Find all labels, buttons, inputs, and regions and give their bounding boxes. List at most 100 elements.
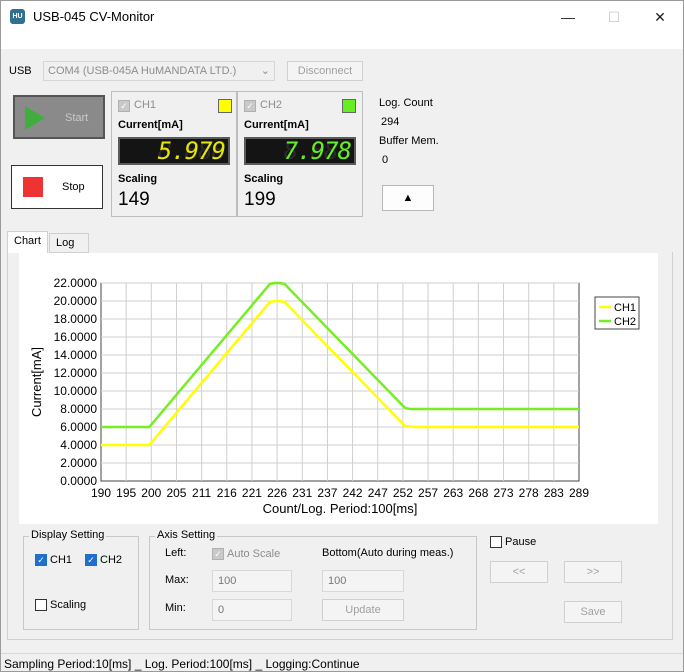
x-tick-label: 278 bbox=[519, 486, 539, 500]
window-title: USB-045 CV-Monitor bbox=[33, 9, 155, 24]
ch2-display-checkbox[interactable]: ✓ bbox=[85, 554, 97, 566]
y-tick-label: 16.0000 bbox=[54, 330, 98, 344]
tab-log[interactable]: Log bbox=[49, 233, 89, 253]
x-tick-label: 211 bbox=[192, 486, 211, 500]
x-tick-label: 190 bbox=[91, 486, 111, 500]
y-tick-label: 12.0000 bbox=[54, 366, 98, 380]
x-tick-label: 273 bbox=[494, 486, 514, 500]
scroll-up-button[interactable]: ▲ bbox=[382, 185, 434, 211]
x-tick-label: 268 bbox=[468, 486, 488, 500]
bottom-range-input[interactable]: 100 bbox=[322, 570, 404, 592]
ch1-scaling-value: 149 bbox=[118, 189, 150, 210]
x-tick-label: 221 bbox=[242, 486, 262, 500]
start-button[interactable]: Start bbox=[13, 95, 105, 139]
ch2-display-label: CH2 bbox=[100, 554, 123, 566]
ch2-current-value: 7.978 bbox=[283, 137, 352, 165]
header-band bbox=[1, 33, 683, 49]
axis-setting-group: Axis Setting Left: ✓ Auto Scale Bottom(A… bbox=[149, 529, 477, 630]
save-button[interactable]: Save bbox=[564, 601, 622, 623]
usb-port-value: COM4 (USB-045A HuMANDATA LTD.) bbox=[48, 65, 237, 77]
axis-setting-title: Axis Setting bbox=[155, 529, 218, 541]
chevron-down-icon: ⌄ bbox=[260, 65, 270, 77]
usb-port-select[interactable]: COM4 (USB-045A HuMANDATA LTD.) ⌄ bbox=[43, 61, 275, 81]
ch1-display-checkbox[interactable]: ✓ bbox=[35, 554, 47, 566]
pause-checkbox[interactable] bbox=[490, 536, 502, 548]
left-axis-label: Left: bbox=[165, 547, 187, 559]
x-tick-label: 289 bbox=[569, 486, 589, 500]
pause-label: Pause bbox=[505, 536, 537, 548]
minimize-button[interactable]: — bbox=[545, 1, 591, 33]
auto-scale-label: Auto Scale bbox=[227, 548, 281, 560]
legend-label: CH2 bbox=[614, 316, 636, 328]
x-tick-label: 247 bbox=[368, 486, 388, 500]
chart-area: 0.0000 2.0000 4.0000 6.0000 8.0000 10.0000 12.… bbox=[19, 253, 658, 524]
ch1-scaling-label: Scaling bbox=[118, 173, 158, 185]
min-input[interactable]: 0 bbox=[212, 599, 292, 621]
buffer-mem-label: Buffer Mem. bbox=[379, 135, 439, 147]
max-input[interactable]: 100 bbox=[212, 570, 292, 592]
y-tick-label: 20.0000 bbox=[54, 294, 98, 308]
legend-label: CH1 bbox=[614, 302, 636, 314]
y-tick-label: 4.0000 bbox=[60, 438, 97, 452]
stop-button[interactable]: Stop bbox=[11, 165, 103, 209]
ch1-current-display: 8.888 5.979 bbox=[118, 137, 230, 165]
log-count-label: Log. Count bbox=[379, 97, 433, 109]
x-tick-label: 226 bbox=[267, 486, 287, 500]
stop-icon bbox=[23, 177, 43, 197]
ch2-scaling-label: Scaling bbox=[244, 173, 284, 185]
x-axis-label: Count/Log. Period:100[ms] bbox=[263, 501, 418, 516]
update-button[interactable]: Update bbox=[322, 599, 404, 621]
disconnect-button[interactable]: Disconnect bbox=[287, 61, 363, 81]
tab-chart[interactable]: Chart bbox=[7, 231, 48, 253]
start-label: Start bbox=[65, 112, 89, 124]
usb-label: USB bbox=[9, 65, 32, 77]
y-tick-label: 8.0000 bbox=[60, 402, 97, 416]
maximize-button: ☐ bbox=[607, 9, 621, 25]
scaling-checkbox[interactable] bbox=[35, 599, 47, 611]
ch1-current-value: 5.979 bbox=[157, 137, 226, 165]
y-tick-label: 2.0000 bbox=[60, 456, 97, 470]
ch2-enable-checkbox[interactable]: ✓ bbox=[244, 100, 256, 112]
max-label: Max: bbox=[165, 574, 189, 586]
ch2-scaling-value: 199 bbox=[244, 189, 276, 210]
app-window: HU USB-045 CV-Monitor — ☐ ✕ USB COM4 (US… bbox=[0, 0, 684, 672]
title-bar: HU USB-045 CV-Monitor — ☐ ✕ bbox=[1, 1, 683, 33]
auto-scale-checkbox[interactable]: ✓ bbox=[212, 548, 224, 560]
x-tick-label: 200 bbox=[141, 486, 161, 500]
y-tick-label: 6.0000 bbox=[60, 420, 97, 434]
x-tick-label: 231 bbox=[292, 486, 312, 500]
plot-frame bbox=[100, 282, 580, 482]
ch2-current-label: Current[mA] bbox=[244, 119, 309, 131]
min-label: Min: bbox=[165, 602, 186, 614]
close-button[interactable]: ✕ bbox=[637, 1, 683, 33]
scaling-display-label: Scaling bbox=[50, 599, 87, 611]
x-tick-label: 263 bbox=[443, 486, 463, 500]
bottom-axis-label: Bottom(Auto during meas.) bbox=[322, 547, 454, 559]
display-setting-title: Display Setting bbox=[29, 529, 107, 541]
x-tick-label: 257 bbox=[418, 486, 438, 500]
x-tick-label: 237 bbox=[317, 486, 337, 500]
x-tick-label: 283 bbox=[544, 486, 564, 500]
ch1-panel: ✓ CH1 Current[mA] 8.888 5.979 Scaling 14… bbox=[111, 91, 237, 217]
ch1-enable-checkbox[interactable]: ✓ bbox=[118, 100, 130, 112]
current-chart: 0.00002.00004.00006.00008.000010.000012.… bbox=[29, 276, 640, 516]
ch2-color-swatch[interactable] bbox=[342, 99, 356, 113]
ch1-color-swatch[interactable] bbox=[218, 99, 232, 113]
log-count-value: 294 bbox=[381, 116, 400, 128]
display-setting-group: Display Setting ✓ CH1 ✓ CH2 Scaling bbox=[23, 529, 139, 630]
x-tick-label: 252 bbox=[393, 486, 413, 500]
x-tick-label: 195 bbox=[116, 486, 136, 500]
play-icon bbox=[25, 106, 45, 130]
prev-button[interactable]: << bbox=[490, 561, 548, 583]
x-tick-label: 242 bbox=[343, 486, 363, 500]
next-button[interactable]: >> bbox=[564, 561, 622, 583]
app-icon: HU bbox=[10, 9, 25, 24]
stop-label: Stop bbox=[62, 181, 85, 193]
y-tick-label: 22.0000 bbox=[54, 276, 98, 290]
y-tick-label: 18.0000 bbox=[54, 312, 98, 326]
ch1-name: CH1 bbox=[134, 99, 157, 111]
ch2-current-display: 8.888 7.978 bbox=[244, 137, 356, 165]
ch1-current-label: Current[mA] bbox=[118, 119, 183, 131]
x-tick-label: 216 bbox=[217, 486, 237, 500]
ch2-panel: ✓ CH2 Current[mA] 8.888 7.978 Scaling 19… bbox=[237, 91, 363, 217]
